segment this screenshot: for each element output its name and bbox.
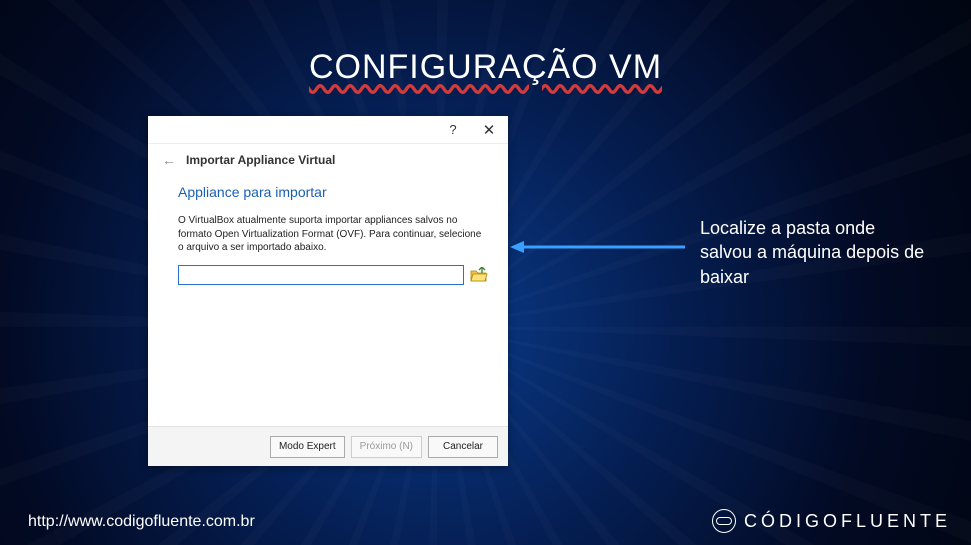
dialog-titlebar: ? ✕ — [148, 116, 508, 144]
dialog-footer: Modo Expert Próximo (N) Cancelar — [148, 426, 508, 466]
section-title: Appliance para importar — [178, 184, 488, 200]
footer-url: http://www.codigofluente.com.br — [28, 513, 255, 531]
brand: CÓDIGOFLUENTE — [712, 509, 951, 533]
callout-text: Localize a pasta onde salvou a máquina d… — [700, 216, 930, 289]
dialog-body: Appliance para importar O VirtualBox atu… — [148, 172, 508, 426]
expert-mode-button[interactable]: Modo Expert — [270, 436, 345, 458]
dialog-header-title: Importar Appliance Virtual — [186, 153, 335, 167]
close-button[interactable]: ✕ — [476, 119, 502, 141]
dialog-header: ← Importar Appliance Virtual — [148, 144, 508, 172]
cancel-button[interactable]: Cancelar — [428, 436, 498, 458]
import-appliance-dialog: ? ✕ ← Importar Appliance Virtual Applian… — [148, 116, 508, 466]
callout-arrow-icon — [510, 237, 685, 257]
dialog-body-text: O VirtualBox atualmente suporta importar… — [178, 214, 488, 255]
brand-logo-icon — [712, 509, 736, 533]
back-arrow-icon[interactable]: ← — [162, 152, 176, 168]
brand-text: CÓDIGOFLUENTE — [744, 511, 951, 532]
slide-title: CONFIGURAÇÃO VM — [0, 48, 971, 87]
next-button[interactable]: Próximo (N) — [351, 436, 422, 458]
path-row — [178, 265, 488, 285]
browse-folder-icon[interactable] — [470, 266, 488, 284]
appliance-path-input[interactable] — [178, 265, 464, 285]
help-button[interactable]: ? — [440, 119, 466, 141]
